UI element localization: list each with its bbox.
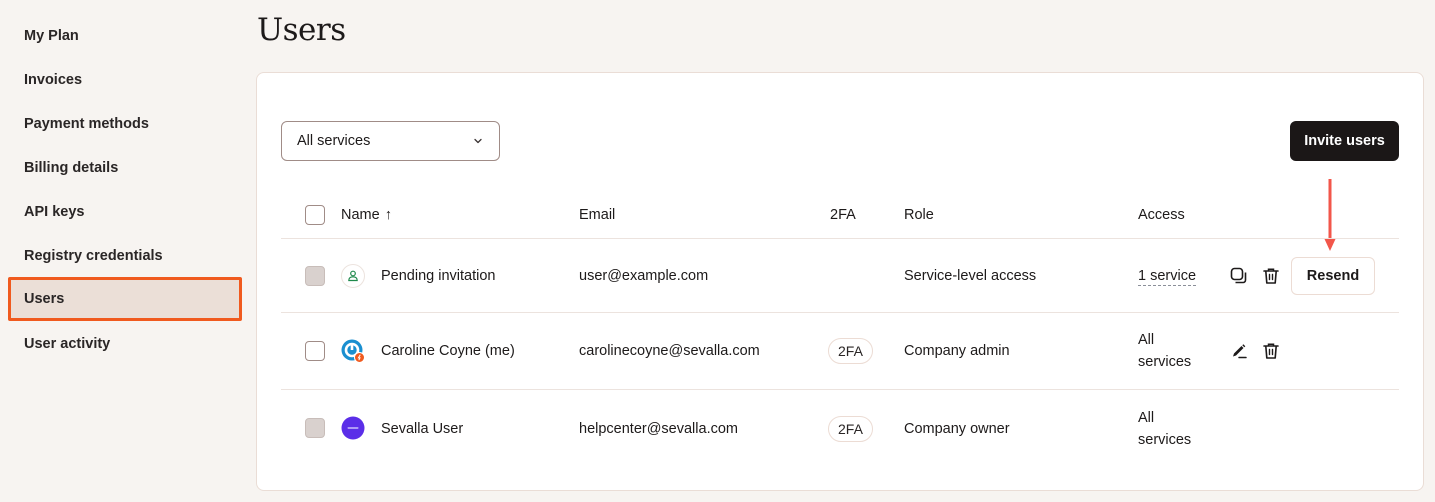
user-email: helpcenter@sevalla.com bbox=[579, 420, 738, 437]
column-header-email: Email bbox=[579, 206, 616, 223]
copy-icon[interactable] bbox=[1229, 266, 1249, 286]
user-email: carolinecoyne@sevalla.com bbox=[579, 343, 760, 359]
sidebar-item-billing-details[interactable]: Billing details bbox=[8, 146, 242, 190]
sidebar-item-user-activity[interactable]: User activity bbox=[8, 322, 242, 366]
row-checkbox[interactable] bbox=[305, 266, 325, 286]
table-header: Name ↑ Email 2FA Role Access bbox=[281, 191, 1399, 239]
column-header-role: Role bbox=[904, 206, 934, 223]
service-filter-value: All services bbox=[297, 133, 371, 149]
user-avatar bbox=[341, 339, 365, 363]
table-row: Sevalla User helpcenter@sevalla.com 2FA … bbox=[281, 390, 1399, 467]
trash-icon[interactable] bbox=[1261, 341, 1281, 361]
access-line-2: services bbox=[1138, 354, 1192, 370]
invite-users-button[interactable]: Invite users bbox=[1290, 121, 1399, 161]
user-email: user@example.com bbox=[579, 268, 709, 284]
column-header-2fa: 2FA bbox=[830, 206, 856, 223]
sidebar-item-registry-credentials[interactable]: Registry credentials bbox=[8, 234, 242, 278]
chevron-down-icon bbox=[474, 138, 482, 144]
edit-icon[interactable] bbox=[1229, 341, 1249, 361]
table-row: Pending invitation user@example.com Serv… bbox=[281, 240, 1399, 313]
table-row: Caroline Coyne (me) carolinecoyne@sevall… bbox=[281, 313, 1399, 390]
2fa-badge: 2FA bbox=[828, 415, 873, 442]
sevalla-avatar bbox=[341, 416, 365, 440]
column-name-label: Name bbox=[341, 206, 380, 223]
2fa-badge: 2FA bbox=[828, 338, 873, 364]
user-access: All services bbox=[1138, 313, 1191, 389]
users-card: All services Invite users Name ↑ Email 2… bbox=[256, 72, 1424, 491]
user-role: Company admin bbox=[904, 343, 1010, 359]
service-filter-select[interactable]: All services bbox=[281, 121, 500, 161]
page-title: Users bbox=[257, 12, 346, 48]
access-line-1: All bbox=[1138, 332, 1155, 348]
user-role: Service-level access bbox=[904, 268, 1037, 284]
user-name: Sevalla User bbox=[381, 420, 464, 437]
column-header-name[interactable]: Name ↑ bbox=[341, 191, 392, 238]
pending-user-icon bbox=[341, 264, 365, 288]
sidebar-item-invoices[interactable]: Invoices bbox=[8, 58, 242, 102]
sidebar-item-users[interactable]: Users bbox=[8, 277, 242, 321]
resend-invitation-button[interactable]: Resend bbox=[1291, 257, 1375, 295]
select-all-checkbox[interactable] bbox=[305, 205, 325, 225]
user-name: Caroline Coyne (me) bbox=[381, 343, 515, 359]
column-header-access: Access bbox=[1138, 206, 1185, 223]
user-role: Company owner bbox=[904, 420, 1010, 437]
sidebar: My Plan Invoices Payment methods Billing… bbox=[0, 0, 250, 502]
sidebar-item-api-keys[interactable]: API keys bbox=[8, 190, 242, 234]
user-name: Pending invitation bbox=[381, 268, 496, 284]
trash-icon[interactable] bbox=[1261, 266, 1281, 286]
sidebar-item-my-plan[interactable]: My Plan bbox=[8, 14, 242, 58]
user-access: All services bbox=[1138, 390, 1191, 467]
row-checkbox[interactable] bbox=[305, 418, 325, 438]
access-services-link[interactable]: 1 service bbox=[1138, 267, 1197, 286]
row-checkbox[interactable] bbox=[305, 341, 325, 361]
access-line-1: All bbox=[1138, 409, 1155, 426]
access-line-2: services bbox=[1138, 431, 1192, 448]
sidebar-item-payment-methods[interactable]: Payment methods bbox=[8, 102, 242, 146]
sort-ascending-icon: ↑ bbox=[384, 206, 392, 223]
